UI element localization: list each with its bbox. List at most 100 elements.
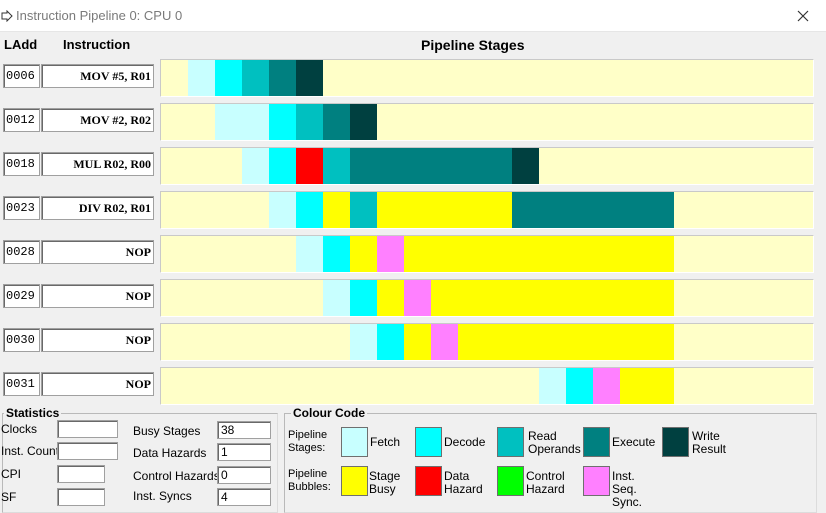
address-field[interactable]: 0029 — [3, 284, 40, 308]
stage-inst-sync — [404, 280, 431, 316]
key-fetch: Fetch — [370, 435, 401, 449]
key-read-operands: Read Operands — [528, 429, 581, 456]
pipeline-lane-cells — [215, 104, 377, 140]
pipeline-lane-cells — [539, 368, 674, 404]
control-hazards-label: Control Hazards — [133, 469, 220, 483]
stage-busy — [458, 324, 674, 360]
address-field[interactable]: 0031 — [3, 372, 40, 396]
key-execute: Execute — [612, 435, 656, 449]
pipeline-lane-cells — [242, 148, 539, 184]
stage-busy — [377, 280, 404, 316]
pipeline-bubbles-label: Pipeline Bubbles: — [288, 468, 331, 493]
swatch-inst-seq-sync — [583, 466, 610, 496]
key-data-hazard: Data Hazard — [444, 469, 483, 496]
instruction-field[interactable]: NOP — [41, 240, 154, 264]
key-write-result: Write Result — [692, 429, 727, 456]
close-button[interactable] — [780, 0, 826, 32]
stage-fetch — [350, 324, 377, 360]
stage-busy — [431, 280, 674, 316]
stage-busy — [404, 236, 674, 272]
address-field[interactable]: 0028 — [3, 240, 40, 264]
stage-decode — [269, 104, 296, 140]
close-icon — [797, 10, 809, 22]
stage-read — [323, 148, 350, 184]
pipeline-lane-cells — [323, 280, 674, 316]
inst-count-field[interactable] — [57, 442, 118, 460]
address-field[interactable]: 0018 — [3, 152, 40, 176]
busy-stages-field[interactable]: 38 — [217, 421, 271, 439]
pipeline-lane-cells — [296, 236, 674, 272]
pipeline-stages-label: Pipeline Stages: — [288, 429, 328, 454]
pipeline-lane-cells — [269, 192, 674, 228]
instruction-field[interactable]: MOV #5, R01 — [41, 64, 154, 88]
stage-inst-sync — [431, 324, 458, 360]
pipeline-lane — [160, 103, 814, 141]
statistics-title: Statistics — [4, 406, 62, 420]
address-field[interactable]: 0030 — [3, 328, 40, 352]
address-field[interactable]: 0012 — [3, 108, 40, 132]
instruction-field[interactable]: DIV R02, R01 — [41, 196, 154, 220]
colour-code-title: Colour Code — [291, 406, 367, 420]
inst-syncs-field[interactable]: 4 — [217, 488, 271, 506]
swatch-stage-busy — [341, 466, 368, 496]
pipeline-lane-cells — [188, 60, 323, 96]
instruction-header: Instruction — [63, 37, 131, 52]
control-hazards-field[interactable]: 0 — [217, 466, 271, 484]
key-control-hazard: Control Hazard — [526, 469, 565, 496]
stage-decode — [566, 368, 593, 404]
stage-decode — [350, 280, 377, 316]
instruction-field[interactable]: NOP — [41, 328, 154, 352]
stage-read — [242, 60, 269, 96]
pipeline-lane — [160, 279, 814, 317]
stage-fetch — [215, 104, 269, 140]
instruction-field[interactable]: MUL R02, R00 — [41, 152, 154, 176]
sf-field[interactable] — [57, 488, 105, 506]
data-hazards-label: Data Hazards — [133, 446, 207, 460]
stage-fetch — [188, 60, 215, 96]
cpi-field[interactable] — [57, 465, 105, 483]
title-bar: Instruction Pipeline 0: CPU 0 — [0, 0, 826, 32]
pipeline-lane — [160, 147, 814, 185]
swatch-control-hazard — [497, 466, 524, 496]
stage-decode — [323, 236, 350, 272]
pipeline-lane — [160, 323, 814, 361]
pipeline-lane — [160, 367, 814, 405]
stage-busy — [350, 236, 377, 272]
stage-busy — [404, 324, 431, 360]
instruction-field[interactable]: NOP — [41, 372, 154, 396]
window-title: Instruction Pipeline 0: CPU 0 — [16, 8, 183, 23]
inst-count-label: Inst. Count — [1, 444, 60, 458]
key-stage-busy: Stage Busy — [369, 469, 401, 496]
swatch-read-operands — [497, 427, 524, 457]
stage-decode — [215, 60, 242, 96]
swatch-write-result — [662, 427, 689, 457]
stage-execute — [269, 60, 296, 96]
key-inst-seq-sync: Inst. Seq. Sync. — [612, 469, 643, 509]
data-hazards-field[interactable]: 1 — [217, 443, 271, 461]
stage-write — [512, 148, 539, 184]
address-field[interactable]: 0023 — [3, 196, 40, 220]
clocks-field[interactable] — [57, 420, 118, 438]
clocks-label: Clocks — [1, 422, 38, 436]
stage-execute — [350, 148, 512, 184]
sf-label: SF — [1, 490, 17, 504]
pipeline-stages-header: Pipeline Stages — [421, 37, 525, 53]
swatch-decode — [415, 427, 442, 457]
stage-fetch — [269, 192, 296, 228]
pipeline-lane — [160, 191, 814, 229]
swatch-fetch — [341, 427, 368, 457]
busy-stages-label: Busy Stages — [133, 424, 201, 438]
swatch-data-hazard — [415, 466, 442, 496]
stage-busy — [377, 192, 512, 228]
stage-write — [350, 104, 377, 140]
stage-inst-sync — [593, 368, 620, 404]
instruction-field[interactable]: NOP — [41, 284, 154, 308]
instruction-field[interactable]: MOV #2, R02 — [41, 108, 154, 132]
stage-decode — [269, 148, 296, 184]
stage-fetch — [242, 148, 269, 184]
ladd-header: LAdd — [4, 37, 38, 52]
stage-decode — [296, 192, 323, 228]
address-field[interactable]: 0006 — [3, 64, 40, 88]
pipeline-lane — [160, 59, 814, 97]
stage-busy — [323, 192, 350, 228]
